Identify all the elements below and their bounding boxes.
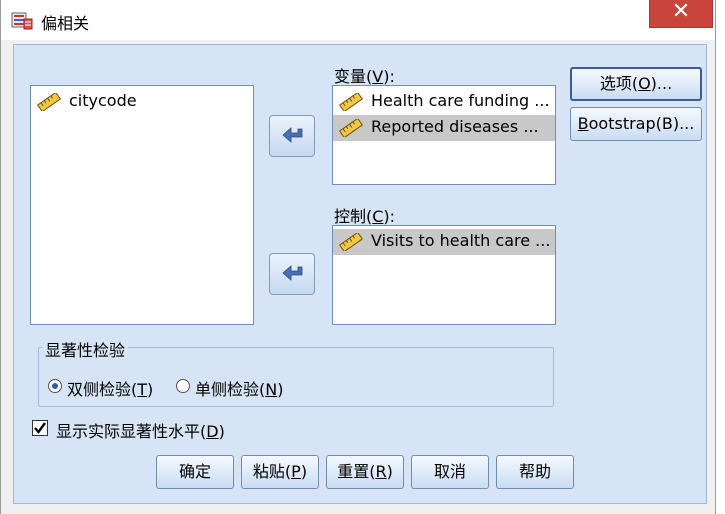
close-icon: ✕: [671, 0, 691, 24]
list-item[interactable]: Health care funding ...: [333, 89, 555, 115]
dialog-app-icon: [11, 12, 33, 30]
list-item-label: citycode: [69, 91, 137, 110]
ruler-scale-icon: [339, 119, 363, 137]
ruler-scale-icon: [339, 93, 363, 111]
controlling-for-list[interactable]: Visits to health care ...: [332, 225, 556, 325]
close-button[interactable]: ✕: [649, 0, 713, 28]
paste-button[interactable]: 粘贴(P): [241, 455, 319, 489]
arrow-left-icon: [282, 127, 303, 143]
options-button[interactable]: 选项(O)...: [570, 67, 702, 101]
display-actual-significance-checkbox[interactable]: [32, 420, 48, 436]
display-actual-significance-label[interactable]: 显示实际显著性水平(D): [56, 418, 225, 442]
help-button[interactable]: 帮助: [496, 455, 574, 489]
bootstrap-button[interactable]: Bootstrap(B)...: [570, 107, 702, 141]
list-item-label: Visits to health care ...: [371, 231, 551, 250]
cancel-button[interactable]: 取消: [411, 455, 489, 489]
partial-correlations-dialog: 偏相关 ✕ citycode 变量(V): Health care fundin…: [0, 0, 716, 514]
title-bar[interactable]: 偏相关 ✕: [1, 0, 715, 40]
reset-button[interactable]: 重置(R): [326, 455, 404, 489]
radio-selected-dot: [52, 383, 58, 389]
ruler-scale-icon: [339, 233, 363, 251]
list-item[interactable]: Reported diseases ...: [333, 115, 555, 141]
ruler-scale-icon: [37, 93, 61, 111]
ok-button[interactable]: 确定: [156, 455, 234, 489]
variables-label: 变量(V):: [334, 67, 395, 86]
arrow-left-icon: [282, 265, 303, 281]
list-item-label: Health care funding ...: [371, 91, 550, 110]
move-to-variables-button[interactable]: [269, 115, 315, 157]
one-tailed-label[interactable]: 单侧检验(N): [195, 376, 283, 400]
list-item[interactable]: citycode: [31, 89, 253, 115]
list-item-label: Reported diseases ...: [371, 117, 539, 136]
two-tailed-radio[interactable]: [48, 379, 62, 393]
dialog-title: 偏相关: [41, 14, 90, 33]
one-tailed-radio[interactable]: [176, 379, 190, 393]
checkmark-icon: [34, 422, 46, 434]
list-item[interactable]: Visits to health care ...: [333, 229, 555, 255]
significance-test-title: 显著性检验: [42, 337, 129, 361]
move-to-controls-button[interactable]: [269, 253, 315, 295]
two-tailed-label[interactable]: 双侧检验(T): [67, 376, 153, 400]
controlling-for-label: 控制(C):: [334, 207, 396, 226]
dialog-body: citycode 变量(V): Health care funding ... …: [13, 44, 707, 504]
source-variable-list[interactable]: citycode: [30, 85, 254, 325]
variables-list[interactable]: Health care funding ... Reported disease…: [332, 85, 556, 185]
